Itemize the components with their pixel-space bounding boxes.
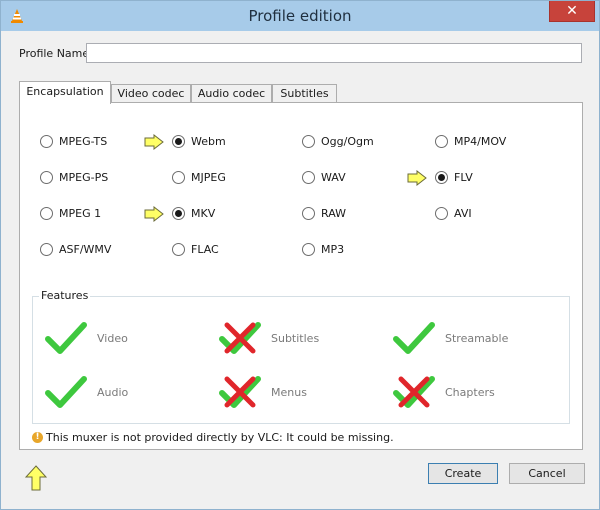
cancel-button[interactable]: Cancel	[509, 463, 585, 484]
highlight-arrow-up-icon	[25, 465, 47, 491]
feature-video: Video	[45, 321, 128, 355]
radio-button[interactable]	[302, 171, 315, 184]
profile-name-label: Profile Name	[19, 47, 90, 60]
radio-label: Webm	[191, 135, 226, 148]
radio-button[interactable]	[40, 171, 53, 184]
radio-button[interactable]	[435, 207, 448, 220]
radio-mp3[interactable]: MP3	[302, 243, 344, 256]
cross-over-check-icon	[219, 322, 261, 354]
radio-avi[interactable]: AVI	[435, 207, 472, 220]
create-button[interactable]: Create	[428, 463, 498, 484]
feature-label: Audio	[97, 385, 129, 399]
radio-label: MJPEG	[191, 171, 226, 184]
check-icon	[45, 322, 87, 354]
feature-audio: Audio	[45, 375, 128, 409]
radio-flv[interactable]: FLV	[435, 171, 473, 184]
radio-button[interactable]	[172, 135, 185, 148]
feature-label: Video	[97, 331, 128, 345]
radio-mpeg-1[interactable]: MPEG 1	[40, 207, 101, 220]
radio-asf-wmv[interactable]: ASF/WMV	[40, 243, 111, 256]
encapsulation-panel: MPEG-TS Webm Ogg/Ogm MP4/MOV MPEG-PS MJP…	[19, 102, 583, 450]
radio-mp4-mov[interactable]: MP4/MOV	[435, 135, 506, 148]
cross-over-check-icon	[219, 376, 261, 408]
muxer-warning: ! This muxer is not provided directly by…	[32, 431, 394, 444]
feature-menus: Menus	[219, 375, 307, 409]
radio-webm[interactable]: Webm	[172, 135, 226, 148]
radio-mjpeg[interactable]: MJPEG	[172, 171, 226, 184]
radio-button[interactable]	[40, 243, 53, 256]
radio-label: Ogg/Ogm	[321, 135, 374, 148]
title-bar[interactable]: Profile edition ✕	[1, 1, 599, 31]
radio-label: MPEG 1	[59, 207, 102, 220]
check-icon	[45, 376, 87, 408]
window-title: Profile edition	[248, 7, 352, 25]
cross-over-check-icon	[393, 376, 435, 408]
radio-ogg-ogm[interactable]: Ogg/Ogm	[302, 135, 374, 148]
profile-edition-window: Profile edition ✕ Profile Name Encapsula…	[0, 0, 600, 510]
highlight-arrow-right-icon	[144, 134, 164, 150]
radio-button[interactable]	[302, 207, 315, 220]
radio-label: MP4/MOV	[454, 135, 507, 148]
tab-encapsulation[interactable]: Encapsulation	[19, 81, 111, 104]
feature-chapters: Chapters	[393, 375, 495, 409]
feature-label: Subtitles	[271, 331, 320, 345]
radio-label: FLAC	[191, 243, 219, 256]
tab-subtitles[interactable]: Subtitles	[272, 84, 337, 103]
radio-label: MPEG-PS	[59, 171, 109, 184]
feature-subtitles: Subtitles	[219, 321, 319, 355]
radio-button[interactable]	[302, 135, 315, 148]
radio-wav[interactable]: WAV	[302, 171, 346, 184]
highlight-arrow-right-icon	[407, 170, 427, 186]
radio-button[interactable]	[302, 243, 315, 256]
close-button[interactable]: ✕	[549, 1, 595, 22]
radio-label: MKV	[191, 207, 216, 220]
profile-name-input[interactable]	[86, 43, 582, 63]
radio-label: RAW	[321, 207, 346, 220]
feature-label: Menus	[271, 385, 307, 399]
radio-label: WAV	[321, 171, 346, 184]
highlight-arrow-right-icon	[144, 206, 164, 222]
tab-audio-codec[interactable]: Audio codec	[191, 84, 272, 103]
radio-button[interactable]	[172, 171, 185, 184]
radio-label: AVI	[454, 207, 472, 220]
feature-streamable: Streamable	[393, 321, 508, 355]
check-icon	[393, 322, 435, 354]
radio-flac[interactable]: FLAC	[172, 243, 219, 256]
feature-label: Streamable	[445, 331, 509, 345]
feature-label: Chapters	[445, 385, 495, 399]
radio-button[interactable]	[172, 243, 185, 256]
radio-mpeg-ts[interactable]: MPEG-TS	[40, 135, 107, 148]
radio-button[interactable]	[435, 135, 448, 148]
radio-button[interactable]	[40, 135, 53, 148]
radio-button[interactable]	[40, 207, 53, 220]
radio-raw[interactable]: RAW	[302, 207, 346, 220]
radio-label: MPEG-TS	[59, 135, 108, 148]
warning-icon: !	[32, 432, 43, 443]
radio-label: FLV	[454, 171, 473, 184]
warning-text: This muxer is not provided directly by V…	[46, 431, 394, 444]
radio-mpeg-ps[interactable]: MPEG-PS	[40, 171, 108, 184]
radio-label: ASF/WMV	[59, 243, 112, 256]
radio-button[interactable]	[435, 171, 448, 184]
radio-mkv[interactable]: MKV	[172, 207, 215, 220]
radio-button[interactable]	[172, 207, 185, 220]
features-legend: Features	[39, 289, 91, 302]
radio-label: MP3	[321, 243, 345, 256]
tab-video-codec[interactable]: Video codec	[111, 84, 191, 103]
features-group: Features Video Subtitles Streamable Audi…	[32, 289, 570, 424]
